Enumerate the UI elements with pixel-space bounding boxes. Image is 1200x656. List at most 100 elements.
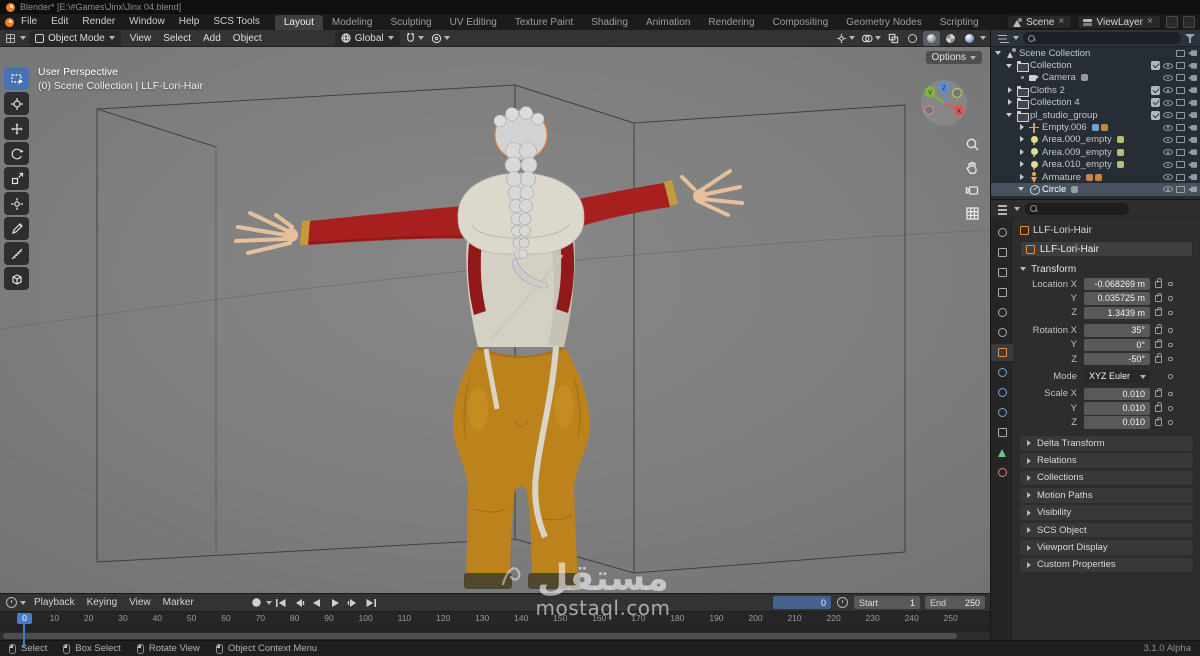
outliner-row-circle[interactable]: Circle xyxy=(991,183,1200,196)
shading-rendered-button[interactable] xyxy=(961,31,978,46)
checkbox-icon[interactable] xyxy=(1151,61,1160,71)
chevron-down-icon[interactable] xyxy=(1006,111,1014,120)
outliner-row-armature[interactable]: Armature xyxy=(991,171,1200,183)
outliner-item-label[interactable]: Area.009_empty xyxy=(1042,147,1112,158)
eye-icon[interactable] xyxy=(1163,136,1173,143)
section-header[interactable]: Motion Paths xyxy=(1020,488,1193,503)
render-camera-icon[interactable] xyxy=(1188,124,1197,131)
auto-keyframe-button[interactable] xyxy=(248,596,265,610)
chevron-right-icon[interactable] xyxy=(1018,148,1026,157)
animate-dot-icon[interactable] xyxy=(1168,406,1173,411)
workspace-tab[interactable]: Layout xyxy=(274,15,323,30)
chevron-down-icon[interactable] xyxy=(1006,61,1014,70)
preview-range-clock-icon[interactable] xyxy=(836,596,849,609)
new-view-layer-button[interactable] xyxy=(1166,16,1178,28)
scale-y-field[interactable]: 0.010 xyxy=(1084,402,1150,415)
measure-tool[interactable] xyxy=(4,242,29,265)
ortho-grid-icon[interactable] xyxy=(965,206,980,221)
outliner-row-scene-collection[interactable]: Scene Collection xyxy=(991,47,1200,59)
shading-material-button[interactable] xyxy=(942,31,959,46)
chevron-right-icon[interactable] xyxy=(1006,86,1014,95)
workspace-tab[interactable]: Modeling xyxy=(323,15,382,30)
snap-toggle[interactable] xyxy=(403,31,426,46)
options-dropdown[interactable]: Options xyxy=(925,51,982,64)
shading-dropdown-caret-icon[interactable] xyxy=(980,36,986,40)
outliner-row-area-010[interactable]: Area.010_empty xyxy=(991,159,1200,171)
section-header[interactable]: Visibility xyxy=(1020,505,1193,521)
outliner-item-label[interactable]: Camera xyxy=(1042,72,1076,83)
view-layer-selector[interactable]: ViewLayer xyxy=(1077,15,1161,29)
chevron-right-icon[interactable] xyxy=(1006,98,1014,107)
render-camera-icon[interactable] xyxy=(1188,74,1197,81)
eye-icon[interactable] xyxy=(1163,174,1173,181)
animate-dot-icon[interactable] xyxy=(1168,356,1173,362)
xray-toggle[interactable] xyxy=(885,31,902,46)
section-header[interactable]: Custom Properties xyxy=(1020,557,1193,573)
screen-icon[interactable] xyxy=(1176,161,1185,169)
tab-world[interactable] xyxy=(991,324,1013,341)
tab-constraints[interactable] xyxy=(991,424,1013,441)
render-camera-icon[interactable] xyxy=(1188,50,1197,57)
chevron-right-icon[interactable] xyxy=(1018,160,1026,169)
workspace-tab[interactable]: Compositing xyxy=(764,15,838,30)
play-reverse-button[interactable] xyxy=(309,596,326,610)
chevron-down-icon[interactable] xyxy=(995,49,1003,58)
animate-dot-icon[interactable] xyxy=(1168,310,1173,316)
outliner-item-label[interactable]: Area.000_empty xyxy=(1042,134,1112,145)
checkbox-icon[interactable] xyxy=(1151,98,1160,108)
end-frame-field[interactable]: End 250 xyxy=(925,596,985,609)
play-button[interactable] xyxy=(327,596,344,610)
eye-icon[interactable] xyxy=(1163,112,1173,119)
section-header[interactable]: Collections xyxy=(1020,470,1193,486)
render-camera-icon[interactable] xyxy=(1188,62,1197,69)
chevron-down-icon[interactable] xyxy=(1013,36,1019,40)
scale-tool[interactable] xyxy=(4,167,29,190)
outliner-row-collection[interactable]: Collection xyxy=(991,59,1200,73)
section-header[interactable]: Delta Transform xyxy=(1020,435,1193,451)
render-camera-icon[interactable] xyxy=(1188,149,1197,156)
outliner-row-empty-006[interactable]: Empty.006 xyxy=(991,121,1200,133)
outliner-row-collection-4[interactable]: Collection 4 xyxy=(991,97,1200,110)
chevron-down-icon[interactable] xyxy=(1014,206,1020,211)
screen-icon[interactable] xyxy=(1176,185,1185,193)
lock-icon[interactable] xyxy=(1155,324,1163,334)
viewport-menu[interactable]: Object xyxy=(227,31,268,46)
screen-icon[interactable] xyxy=(1176,148,1185,156)
timeline-menu[interactable]: Playback xyxy=(28,595,81,610)
properties-search-input[interactable] xyxy=(1025,202,1129,215)
lock-icon[interactable] xyxy=(1155,416,1163,427)
annotate-tool[interactable] xyxy=(4,217,29,240)
menubar-menu[interactable]: Render xyxy=(75,14,122,30)
eye-icon[interactable] xyxy=(1163,87,1173,94)
tab-object-data[interactable] xyxy=(991,444,1013,461)
screen-icon[interactable] xyxy=(1176,124,1185,132)
rotation-x-field[interactable]: 35° xyxy=(1084,324,1150,337)
screen-icon[interactable] xyxy=(1176,74,1185,82)
timeline-editor-icon[interactable] xyxy=(5,596,18,609)
workspace-tab[interactable]: Animation xyxy=(637,15,699,30)
lock-icon[interactable] xyxy=(1155,353,1163,363)
eye-icon[interactable] xyxy=(1163,161,1173,168)
pan-hand-icon[interactable] xyxy=(965,160,980,175)
transform-section-header[interactable]: Transform xyxy=(1020,261,1193,277)
workspace-tab[interactable]: Scripting xyxy=(931,15,988,30)
tab-scene[interactable] xyxy=(991,304,1013,321)
editor-type-icon[interactable] xyxy=(4,32,17,45)
filter-icon[interactable] xyxy=(1185,33,1195,43)
workspace-tab[interactable]: Sculpting xyxy=(381,15,440,30)
extras-button[interactable] xyxy=(1183,16,1195,28)
scene-selector[interactable]: Scene xyxy=(1007,15,1073,29)
viewport-menu[interactable]: View xyxy=(124,31,158,46)
shading-wireframe-button[interactable] xyxy=(904,31,921,46)
timeline-menu[interactable]: Keying xyxy=(81,595,124,610)
lock-icon[interactable] xyxy=(1155,278,1163,288)
checkbox-icon[interactable] xyxy=(1151,110,1160,120)
rotation-y-field[interactable]: 0° xyxy=(1084,338,1150,351)
eye-icon[interactable] xyxy=(1163,124,1173,131)
eye-icon[interactable] xyxy=(1163,149,1173,156)
tab-render[interactable] xyxy=(991,244,1013,261)
show-gizmo-toggle[interactable] xyxy=(834,31,857,46)
proportional-editing-toggle[interactable] xyxy=(429,31,452,46)
eye-icon[interactable] xyxy=(1163,74,1173,81)
outliner-editor-icon[interactable] xyxy=(996,32,1009,45)
